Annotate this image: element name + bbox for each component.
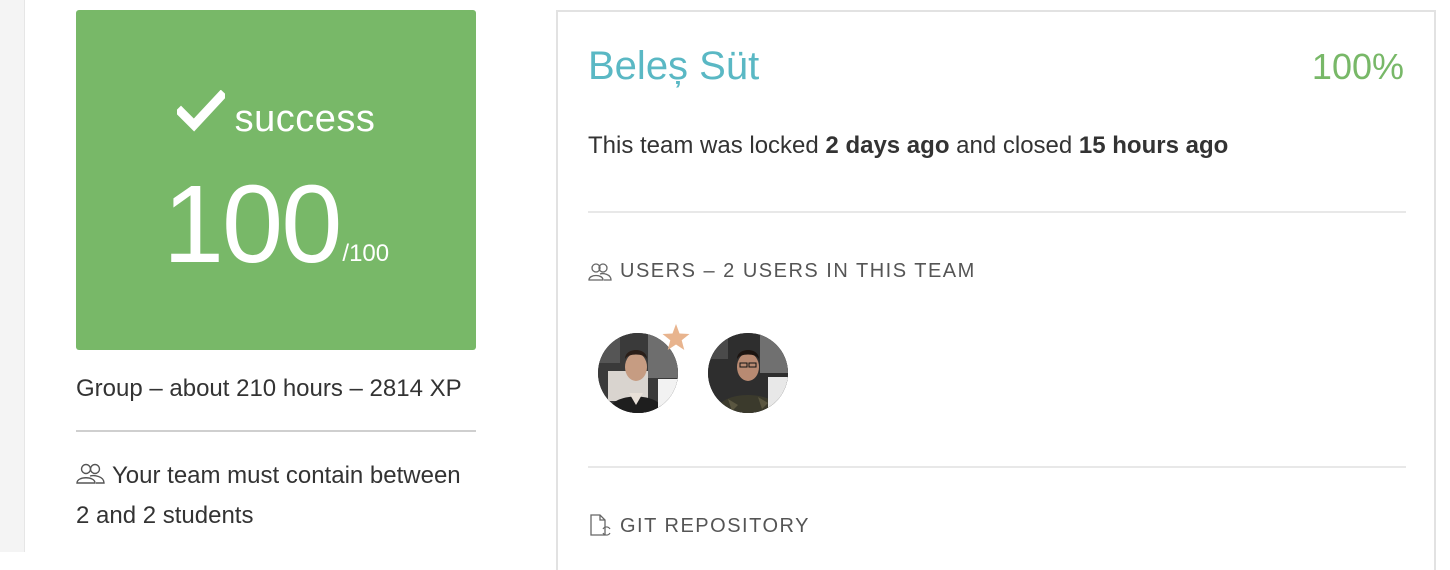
file-sync-icon bbox=[590, 514, 611, 536]
team-status-prefix: This team was locked bbox=[588, 132, 826, 159]
team-rule: Your team must contain between 2 and 2 s… bbox=[76, 456, 476, 536]
avatar-photo bbox=[708, 333, 788, 413]
users-section-title: USERS – 2 USERS IN THIS TEAM bbox=[620, 260, 976, 282]
score-value: 100 bbox=[162, 163, 343, 286]
checkmark-icon bbox=[176, 90, 225, 132]
users-icon bbox=[588, 262, 612, 281]
team-panel: Beleș Süt 100% This team was locked 2 da… bbox=[556, 10, 1436, 570]
git-section-header: GIT REPOSITORY bbox=[588, 514, 810, 538]
score-max: /100 bbox=[342, 240, 390, 267]
left-gutter bbox=[0, 0, 25, 552]
user-avatar[interactable] bbox=[708, 333, 788, 413]
team-status-middle: and closed bbox=[949, 132, 1079, 159]
users-icon bbox=[76, 463, 105, 484]
git-section-title: GIT REPOSITORY bbox=[620, 514, 810, 537]
score-card: success 100 /100 bbox=[76, 10, 476, 350]
project-meta: Group – about 210 hours – 2814 XP bbox=[76, 375, 462, 402]
closed-time: 15 hours ago bbox=[1078, 132, 1229, 159]
star-icon bbox=[662, 324, 690, 350]
status-label: success bbox=[234, 98, 376, 140]
divider bbox=[588, 466, 1406, 468]
status-row: success bbox=[76, 90, 476, 138]
team-status: This team was locked 2 days ago and clos… bbox=[588, 132, 1228, 160]
team-percent: 100% bbox=[1311, 46, 1404, 87]
score-row: 100 /100 bbox=[76, 170, 476, 280]
divider bbox=[588, 211, 1406, 213]
team-rule-text: Your team must contain between 2 and 2 s… bbox=[76, 462, 461, 529]
locked-time: 2 days ago bbox=[825, 132, 950, 159]
team-name: Beleș Süt bbox=[588, 44, 760, 88]
users-section-header: USERS – 2 USERS IN THIS TEAM bbox=[588, 260, 976, 283]
left-divider bbox=[76, 430, 476, 432]
